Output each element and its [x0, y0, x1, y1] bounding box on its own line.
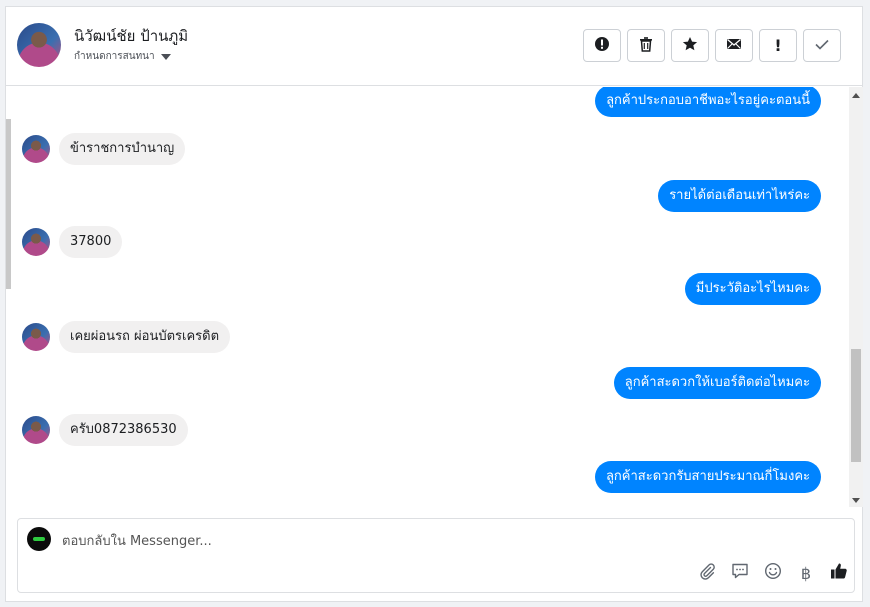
emoji-icon [764, 562, 782, 584]
like-button[interactable] [829, 563, 849, 583]
outgoing-message[interactable]: ลูกค้าสะดวกรับสายประมาณกี่โมงคะ [594, 461, 821, 493]
incoming-message[interactable]: 37800 [59, 226, 123, 258]
outgoing-message[interactable]: ลูกค้าประกอบอาชีพอะไรอยู่คะตอนนี้ [595, 87, 821, 117]
assign-label: กำหนดการสนทนา [74, 51, 155, 62]
message-row: ข้าราชการบำนาญ [6, 133, 849, 165]
header-actions: ! [583, 29, 841, 62]
emoji-button[interactable] [763, 562, 783, 584]
attach-button[interactable] [697, 563, 717, 583]
message-row: ลูกค้าประกอบอาชีพอะไรอยู่คะตอนนี้ [6, 87, 849, 117]
contact-avatar[interactable] [17, 23, 61, 67]
message-row: เคยผ่อนรถ ผ่อนบัตรเครดิต [6, 321, 849, 353]
scroll-thumb[interactable] [851, 349, 861, 462]
incoming-message[interactable]: ข้าราชการบำนาญ [59, 133, 186, 165]
message-list[interactable]: ลูกค้าประกอบอาชีพอะไรอยู่คะตอนนี้ ข้าราช… [6, 87, 849, 507]
thumbs-up-icon [830, 562, 848, 584]
message-row: มีประวัติอะไรไหมคะ [6, 273, 849, 305]
saved-reply-icon [731, 562, 749, 584]
composer-tools: ฿ [697, 562, 849, 584]
paperclip-icon [698, 562, 716, 584]
contact-avatar-small[interactable] [22, 416, 50, 444]
contact-avatar-small[interactable] [22, 135, 50, 163]
message-row: รายได้ต่อเดือนเท่าไหร่คะ [6, 180, 849, 212]
payment-button[interactable]: ฿ [796, 563, 816, 583]
trash-icon [638, 36, 654, 56]
mark-important-button[interactable]: ! [759, 29, 797, 62]
conversation-header: นิวัฒน์ชัย ป้านภูมิ กำหนดการสนทนา ! [6, 7, 862, 86]
saved-replies-button[interactable] [730, 563, 750, 583]
message-scrollbar[interactable] [849, 87, 863, 507]
contact-name[interactable]: นิวัฒน์ชัย ป้านภูมิ [74, 24, 188, 48]
exclamation-icon: ! [774, 36, 782, 55]
report-button[interactable] [583, 29, 621, 62]
conversation-panel: นิวัฒน์ชัย ป้านภูมิ กำหนดการสนทนา ! ลูกค… [5, 6, 863, 602]
caret-down-icon [160, 53, 171, 60]
outgoing-message[interactable]: รายได้ต่อเดือนเท่าไหร่คะ [658, 180, 821, 212]
delete-button[interactable] [627, 29, 665, 62]
mark-done-button[interactable] [803, 29, 841, 62]
incoming-message[interactable]: เคยผ่อนรถ ผ่อนบัตรเครดิต [59, 321, 231, 353]
reply-composer: ฿ [17, 518, 855, 593]
star-button[interactable] [671, 29, 709, 62]
scroll-up-arrow-icon[interactable] [852, 93, 860, 98]
assign-conversation-dropdown[interactable]: กำหนดการสนทนา [74, 49, 171, 64]
scroll-down-arrow-icon[interactable] [852, 498, 860, 503]
page-avatar [27, 527, 51, 551]
baht-icon: ฿ [800, 563, 812, 583]
reply-input[interactable] [62, 531, 822, 551]
message-row: ครับ0872386530 [6, 414, 849, 446]
envelope-icon [726, 36, 742, 56]
alert-circle-icon [594, 36, 610, 56]
message-row: ลูกค้าสะดวกให้เบอร์ติดต่อไหมคะ [6, 367, 849, 399]
outgoing-message[interactable]: มีประวัติอะไรไหมคะ [684, 273, 821, 305]
message-row: 37800 [6, 226, 849, 258]
contact-avatar-small[interactable] [22, 228, 50, 256]
check-icon [814, 36, 830, 56]
contact-avatar-small[interactable] [22, 323, 50, 351]
incoming-message[interactable]: ครับ0872386530 [59, 414, 188, 446]
message-row: ลูกค้าสะดวกรับสายประมาณกี่โมงคะ [6, 461, 849, 493]
star-icon [682, 36, 698, 56]
mark-unread-button[interactable] [715, 29, 753, 62]
outgoing-message[interactable]: ลูกค้าสะดวกให้เบอร์ติดต่อไหมคะ [613, 367, 821, 399]
